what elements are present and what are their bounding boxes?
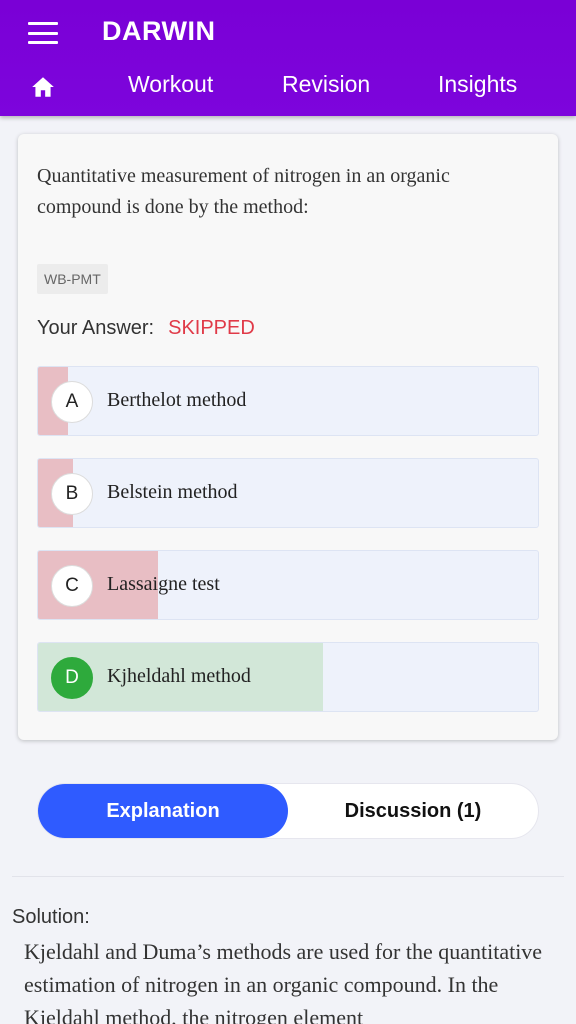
option-d-letter-correct: D <box>51 657 93 699</box>
your-answer-row: Your Answer: SKIPPED <box>37 317 255 340</box>
nav-tab-insights[interactable]: Insights <box>438 71 517 98</box>
option-c[interactable]: C Lassaigne test <box>37 550 539 620</box>
nav-tab-revision[interactable]: Revision <box>282 71 370 98</box>
tab-discussion[interactable]: Discussion (1) <box>288 784 538 838</box>
exam-tag: WB-PMT <box>37 264 108 294</box>
option-b-letter: B <box>51 473 93 515</box>
option-a-letter: A <box>51 381 93 423</box>
solution-text: Kjeldahl and Duma’s methods are used for… <box>24 939 543 1024</box>
nav-tab-workout[interactable]: Workout <box>128 71 213 98</box>
app-title: DARWIN <box>102 16 216 46</box>
question-card: Quantitative measurement of nitrogen in … <box>18 134 558 740</box>
solution-label: Solution: <box>12 906 90 928</box>
option-d[interactable]: D Kjheldahl method <box>37 642 539 712</box>
option-b[interactable]: B Belstein method <box>37 458 539 528</box>
app-bar: DARWIN Workout Revision Insights <box>0 0 576 116</box>
option-c-letter: C <box>51 565 93 607</box>
hamburger-menu-icon[interactable] <box>28 22 58 44</box>
option-d-text: Kjheldahl method <box>107 665 251 687</box>
your-answer-label: Your Answer: <box>37 317 155 339</box>
option-b-text: Belstein method <box>107 481 238 503</box>
option-c-text: Lassaigne test <box>107 573 220 595</box>
option-a-text: Berthelot method <box>107 389 247 411</box>
option-a[interactable]: A Berthelot method <box>37 366 539 436</box>
tab-explanation[interactable]: Explanation <box>38 784 288 838</box>
explanation-discussion-toggle: Explanation Discussion (1) <box>37 783 539 839</box>
answer-status-skipped: SKIPPED <box>168 317 255 339</box>
home-icon[interactable] <box>30 74 56 100</box>
top-nav: Workout Revision Insights <box>0 62 576 112</box>
divider <box>12 876 564 877</box>
question-text: Quantitative measurement of nitrogen in … <box>37 165 450 218</box>
